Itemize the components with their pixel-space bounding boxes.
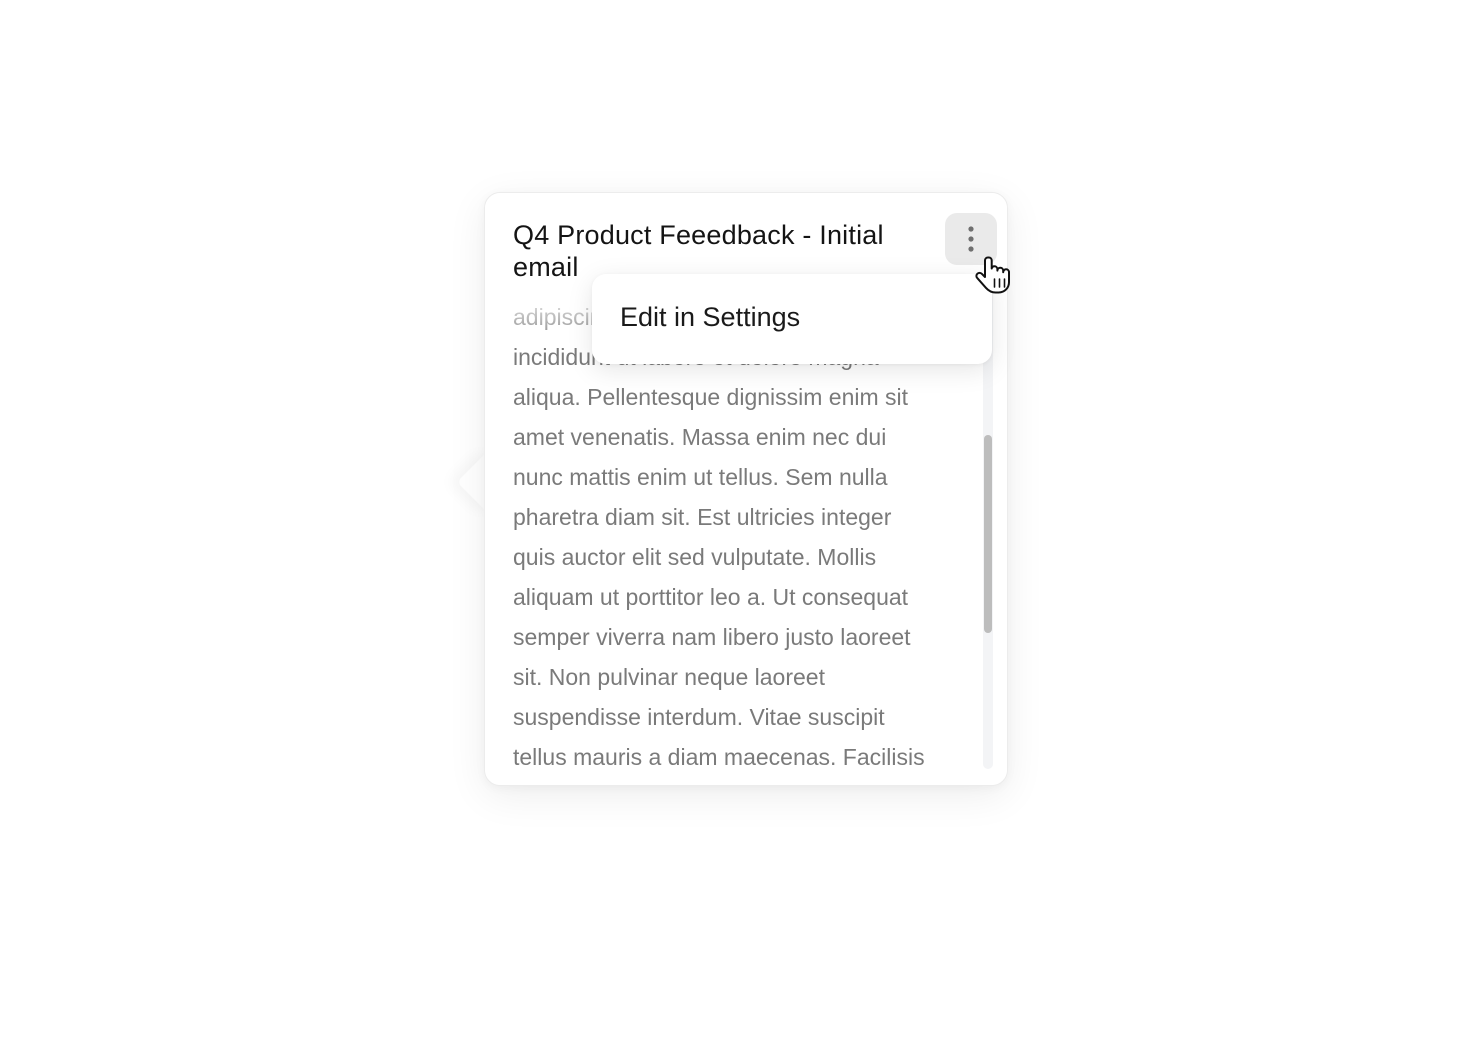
options-dropdown-menu: Edit in Settings — [592, 274, 992, 364]
body-line: quis auctor elit sed vulputate. Mollis — [513, 544, 877, 570]
body-line: aliquam ut porttitor leo a. Ut consequat — [513, 584, 909, 610]
body-line: tellus mauris a diam maecenas. Facilisis — [513, 744, 925, 770]
scrollbar-track[interactable] — [983, 291, 993, 769]
body-line: nunc mattis enim ut tellus. Sem nulla — [513, 464, 888, 490]
email-body-text: adipiscing elit, sed do eiusmod tempor i… — [513, 297, 965, 773]
scrollbar-thumb[interactable] — [984, 435, 992, 633]
body-line: suspendisse interdum. Vitae suscipit — [513, 704, 885, 730]
email-body-scroll-area[interactable]: adipiscing elit, sed do eiusmod tempor i… — [513, 295, 977, 773]
stage: Q4 Product Feeedback - Initial email adi… — [0, 0, 1460, 1050]
menu-item-edit-in-settings[interactable]: Edit in Settings — [620, 300, 800, 334]
body-line: semper viverra nam libero justo laoreet — [513, 624, 911, 650]
hand-pointer-cursor-icon — [975, 256, 1010, 294]
vertical-ellipsis-icon — [968, 226, 974, 252]
body-line: pharetra diam sit. Est ultricies integer — [513, 504, 892, 530]
body-line: sit. Non pulvinar neque laoreet — [513, 664, 825, 690]
body-line: aliqua. Pellentesque dignissim enim sit — [513, 384, 909, 410]
body-line: amet venenatis. Massa enim nec dui — [513, 424, 887, 450]
